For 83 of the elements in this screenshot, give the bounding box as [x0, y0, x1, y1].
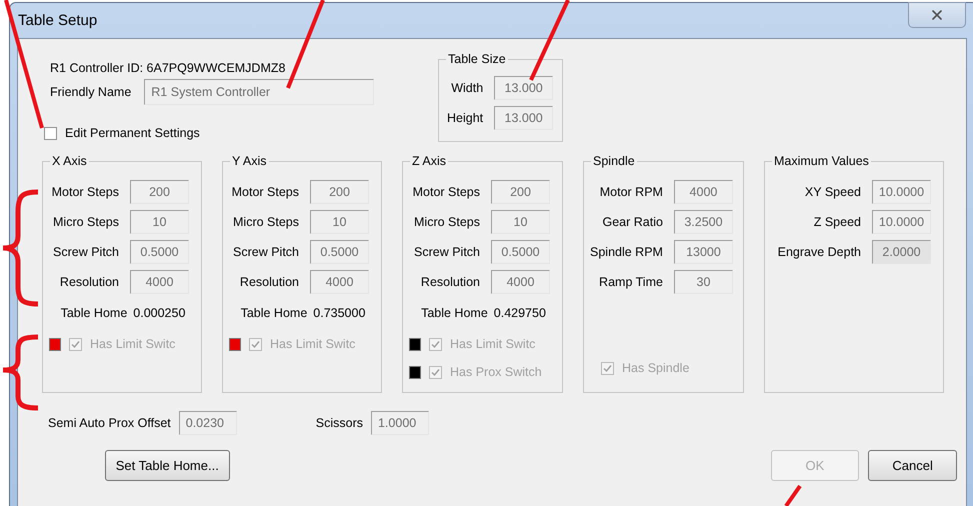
field-label: Motor RPM [598, 185, 663, 199]
input-field[interactable]: 200 [310, 180, 369, 204]
field-label: Ramp Time [598, 275, 663, 289]
table-home-label: Table Home [60, 306, 128, 320]
checkbox[interactable] [601, 362, 614, 374]
field-label: XY Speed [804, 185, 861, 199]
group-title: X Axis [50, 154, 89, 168]
input-field[interactable]: 10.0000 [872, 180, 931, 204]
input-field[interactable]: 30 [674, 270, 733, 294]
field-label: Motor Steps [412, 185, 480, 199]
check-icon [431, 368, 440, 376]
checkbox[interactable] [429, 338, 442, 350]
checkbox[interactable] [429, 366, 442, 378]
field-label: Screw Pitch [52, 245, 119, 259]
field-label: Gear Ratio [602, 215, 663, 229]
field-label: Z Speed [812, 215, 861, 229]
window-title: Table Setup [18, 12, 98, 29]
checkbox-label: Has Prox Switch [450, 365, 542, 379]
friendly-name-label: Friendly Name [50, 85, 132, 99]
field-label: Motor Steps [230, 185, 299, 199]
input-field[interactable]: 4000 [130, 270, 189, 294]
group-title: Table Size [446, 52, 508, 66]
checkbox-label: Has Limit Switc [270, 337, 356, 351]
field-label: Micro Steps [232, 215, 299, 229]
checkbox[interactable] [44, 126, 57, 140]
input-field[interactable]: 0.5000 [310, 240, 369, 264]
input-field[interactable]: 4000 [310, 270, 369, 294]
field-label: Resolution [238, 275, 299, 289]
check-icon [71, 340, 80, 348]
field-label: Micro Steps [52, 215, 119, 229]
controller-id: R1 Controller ID: 6A7PQ9WWCEMJDMZ8 [49, 61, 286, 75]
field-label: Screw Pitch [232, 245, 299, 259]
checkbox[interactable] [249, 338, 262, 350]
input-field[interactable]: 0.0230 [178, 411, 237, 435]
field-label: Spindle RPM [590, 245, 663, 259]
input-field[interactable]: 200 [491, 180, 550, 204]
field-label: Height [447, 111, 484, 125]
check-icon [603, 364, 612, 372]
input-field[interactable]: 0.5000 [130, 240, 189, 264]
input-field[interactable]: 10 [310, 210, 369, 234]
field-label: Micro Steps [413, 215, 480, 229]
checkbox-label: Has Limit Switc [450, 337, 536, 351]
group-title: Maximum Values [772, 154, 871, 168]
close-icon [929, 7, 945, 23]
input-field[interactable]: 4000 [491, 270, 550, 294]
input-field[interactable]: 10 [130, 210, 189, 234]
close-button[interactable] [908, 2, 966, 28]
group-title: Z Axis [410, 154, 448, 168]
table-home-label: Table Home [240, 306, 308, 320]
table-home-value: 0.735000 [313, 306, 366, 320]
field-label: Engrave Depth [776, 245, 861, 259]
input-field[interactable]: 4000 [674, 180, 733, 204]
input-field[interactable]: 10 [491, 210, 550, 234]
checkbox-label: Has Limit Switc [90, 337, 176, 351]
input-field[interactable]: 200 [130, 180, 189, 204]
table-home-value: 0.429750 [494, 306, 546, 320]
dialog-button[interactable]: Cancel [868, 450, 957, 481]
dialog-button[interactable]: Set Table Home... [105, 450, 230, 481]
checkbox-label: Has Spindle [622, 361, 690, 375]
input-field[interactable]: 13000 [674, 240, 733, 264]
group-title: Spindle [591, 154, 637, 168]
field-label: Motor Steps [50, 185, 119, 199]
table-home-label: Table Home [421, 306, 488, 320]
input-field[interactable]: 10.0000 [872, 210, 931, 234]
check-icon [251, 340, 260, 348]
field-label: Semi Auto Prox Offset [48, 416, 171, 430]
input-field[interactable]: 0.5000 [491, 240, 550, 264]
annotation-line [784, 484, 802, 506]
checkbox-label: Edit Permanent Settings [65, 126, 200, 140]
input-field[interactable]: 1.0000 [370, 411, 429, 435]
field-label: Resolution [58, 275, 119, 289]
input-field[interactable]: 3.2500 [674, 210, 733, 234]
friendly-name-field[interactable]: R1 System Controller [144, 79, 374, 105]
checkbox[interactable] [69, 338, 82, 350]
input-field[interactable]: 13.000 [494, 106, 554, 130]
field-label: Scissors [316, 416, 363, 430]
field-label: Width [450, 81, 484, 95]
input-field[interactable]: 13.000 [494, 76, 554, 100]
field-label: Resolution [420, 275, 480, 289]
check-icon [431, 340, 440, 348]
field-label: Screw Pitch [413, 245, 480, 259]
table-home-value: 0.000250 [133, 306, 186, 320]
group-title: Y Axis [230, 154, 269, 168]
